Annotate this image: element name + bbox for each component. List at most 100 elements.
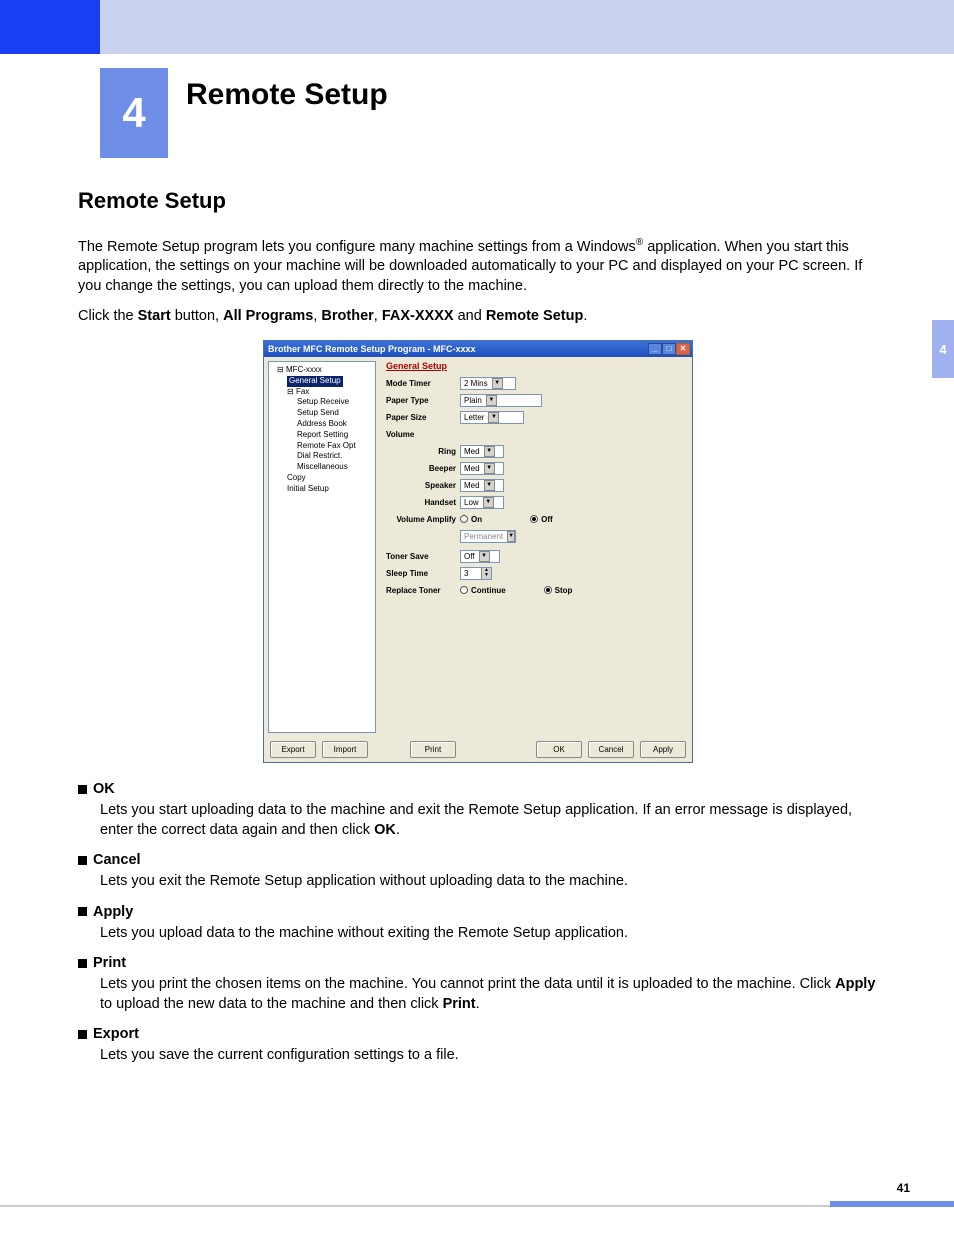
tree-item[interactable]: Report Setting bbox=[271, 430, 373, 441]
t: Off bbox=[541, 515, 553, 524]
chevron-down-icon: ▼ bbox=[483, 497, 494, 508]
def-term: Print bbox=[93, 955, 126, 971]
nav-tree[interactable]: ⊟ MFC-xxxx General Setup ⊟ Fax Setup Rec… bbox=[268, 361, 376, 733]
t: On bbox=[471, 515, 482, 524]
tree-item[interactable]: Miscellaneous bbox=[271, 462, 373, 473]
b: FAX-XXXX bbox=[382, 308, 454, 324]
b: Remote Setup bbox=[486, 308, 584, 324]
bullet-icon bbox=[78, 1030, 87, 1039]
t: . bbox=[476, 996, 480, 1012]
mode-timer-select[interactable]: 2 Mins▼ bbox=[460, 377, 516, 390]
speaker-label: Speaker bbox=[386, 481, 460, 490]
sleep-time-spinner[interactable]: 3▲▼ bbox=[460, 567, 492, 580]
chevron-down-icon: ▼ bbox=[486, 395, 497, 406]
content-area: Remote Setup The Remote Setup program le… bbox=[78, 188, 878, 1078]
print-button[interactable]: Print bbox=[410, 741, 456, 758]
paper-type-select[interactable]: Plain▼ bbox=[460, 394, 542, 407]
intro-paragraph: The Remote Setup program lets you config… bbox=[78, 236, 878, 297]
titlebar: Brother MFC Remote Setup Program - MFC-x… bbox=[264, 341, 692, 357]
radio-icon bbox=[544, 586, 552, 594]
chapter-number-box: 4 bbox=[100, 68, 168, 158]
apply-button[interactable]: Apply bbox=[640, 741, 686, 758]
footer-rule bbox=[0, 1205, 830, 1207]
toner-save-select[interactable]: Off▼ bbox=[460, 550, 500, 563]
window: Brother MFC Remote Setup Program - MFC-x… bbox=[263, 340, 693, 763]
replace-toner-label: Replace Toner bbox=[386, 586, 460, 595]
bullet-icon bbox=[78, 785, 87, 794]
maximize-button[interactable]: □ bbox=[662, 343, 676, 355]
chapter-title: Remote Setup bbox=[186, 78, 388, 112]
def-term: Apply bbox=[93, 904, 133, 920]
window-buttons: _ □ ✕ bbox=[648, 343, 690, 355]
volume-label: Volume bbox=[386, 430, 460, 439]
t: Lets you start uploading data to the mac… bbox=[100, 802, 852, 838]
v: Off bbox=[464, 552, 475, 561]
t: and bbox=[454, 308, 486, 324]
tree-item[interactable]: Setup Send bbox=[271, 408, 373, 419]
replace-continue-radio[interactable]: Continue bbox=[460, 586, 506, 595]
tree-root[interactable]: ⊟ MFC-xxxx bbox=[271, 365, 373, 376]
mode-timer-label: Mode Timer bbox=[386, 379, 460, 388]
tree-item[interactable]: Setup Receive bbox=[271, 397, 373, 408]
page-number: 41 bbox=[897, 1181, 910, 1195]
def-term: Export bbox=[93, 1026, 139, 1042]
chevron-down-icon: ▼ bbox=[484, 480, 495, 491]
ring-label: Ring bbox=[386, 447, 460, 456]
chevron-down-icon: ▼ bbox=[488, 412, 499, 423]
beeper-label: Beeper bbox=[386, 464, 460, 473]
v: 3 bbox=[464, 569, 468, 578]
amplify-label: Volume Amplify bbox=[386, 515, 460, 524]
radio-icon bbox=[460, 586, 468, 594]
t: Continue bbox=[471, 586, 506, 595]
t: Lets you print the chosen items on the m… bbox=[100, 976, 835, 992]
export-button[interactable]: Export bbox=[270, 741, 316, 758]
tree-item[interactable]: Remote Fax Opt bbox=[271, 441, 373, 452]
replace-stop-radio[interactable]: Stop bbox=[544, 586, 573, 595]
b: OK bbox=[374, 822, 396, 838]
radio-icon bbox=[530, 515, 538, 523]
cancel-button[interactable]: Cancel bbox=[588, 741, 634, 758]
ok-button[interactable]: OK bbox=[536, 741, 582, 758]
b: All Programs bbox=[223, 308, 313, 324]
tree-item-selected[interactable]: General Setup bbox=[271, 376, 373, 387]
path-instruction: Click the Start button, All Programs, Br… bbox=[78, 307, 878, 327]
paper-size-select[interactable]: Letter ▼ bbox=[460, 411, 524, 424]
b: Brother bbox=[321, 308, 373, 324]
t: button, bbox=[171, 308, 223, 324]
header-accent-light bbox=[100, 0, 954, 54]
t: MFC-xxxx bbox=[286, 365, 322, 374]
screenshot: Brother MFC Remote Setup Program - MFC-x… bbox=[263, 340, 693, 763]
v: Permanent bbox=[464, 532, 503, 541]
import-button[interactable]: Import bbox=[322, 741, 368, 758]
def-item: Print Lets you print the chosen items on… bbox=[78, 955, 878, 1014]
close-button[interactable]: ✕ bbox=[676, 343, 690, 355]
tree-item[interactable]: Dial Restrict. bbox=[271, 451, 373, 462]
tree-item[interactable]: ⊟ Fax bbox=[271, 387, 373, 398]
handset-label: Handset bbox=[386, 498, 460, 507]
v: 2 Mins bbox=[464, 379, 488, 388]
amplify-on-radio[interactable]: On bbox=[460, 515, 482, 524]
amplify-off-radio[interactable]: Off bbox=[530, 515, 553, 524]
minimize-button[interactable]: _ bbox=[648, 343, 662, 355]
t: Fax bbox=[296, 387, 309, 396]
def-desc: Lets you print the chosen items on the m… bbox=[100, 975, 878, 1014]
ring-select[interactable]: Med▼ bbox=[460, 445, 504, 458]
bullet-icon bbox=[78, 856, 87, 865]
bullet-icon bbox=[78, 959, 87, 968]
paper-size-label: Paper Size bbox=[386, 413, 460, 422]
t: General Setup bbox=[287, 376, 343, 387]
b: Print bbox=[443, 996, 476, 1012]
tree-item[interactable]: Initial Setup bbox=[271, 484, 373, 495]
v: Low bbox=[464, 498, 479, 507]
beeper-select[interactable]: Med▼ bbox=[460, 462, 504, 475]
handset-select[interactable]: Low ▼ bbox=[460, 496, 504, 509]
paper-type-label: Paper Type bbox=[386, 396, 460, 405]
header-accent-dark bbox=[0, 0, 100, 54]
side-tab: 4 bbox=[932, 320, 954, 378]
chevron-down-icon: ▼ bbox=[507, 531, 515, 542]
speaker-select[interactable]: Med▼ bbox=[460, 479, 504, 492]
tree-item[interactable]: Copy bbox=[271, 473, 373, 484]
t: to upload the new data to the machine an… bbox=[100, 996, 443, 1012]
v: Letter bbox=[464, 413, 484, 422]
tree-item[interactable]: Address Book bbox=[271, 419, 373, 430]
